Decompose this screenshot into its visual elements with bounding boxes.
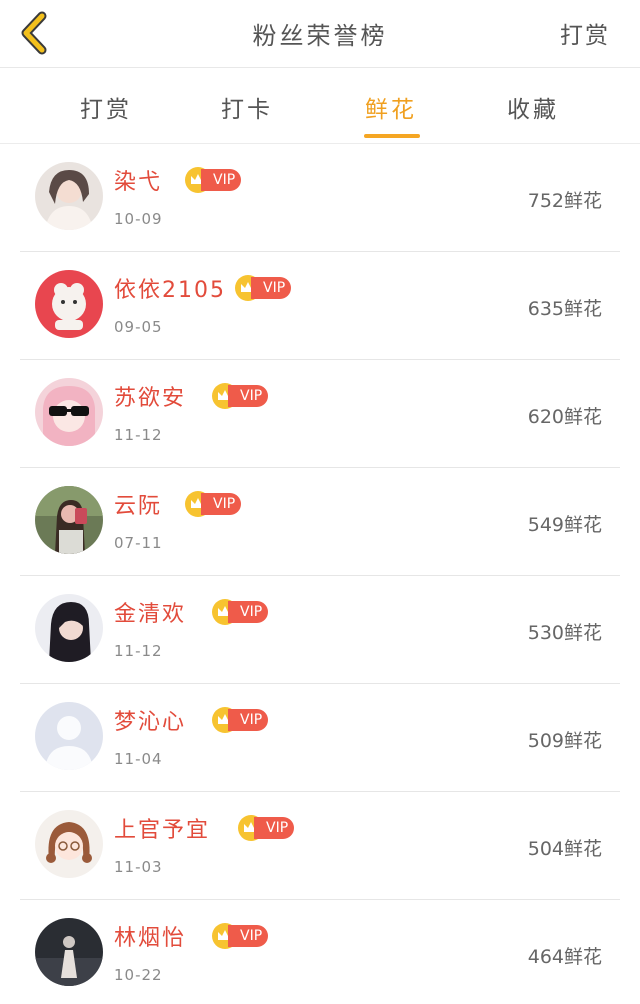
fan-date: 11-12 <box>114 642 163 660</box>
tab-checkin[interactable]: 打卡 <box>197 90 297 124</box>
fan-name[interactable]: 金清欢 <box>114 596 186 628</box>
list-item[interactable]: 染弋 VIP 10-09 752鲜花 <box>20 144 620 252</box>
fan-date: 10-22 <box>114 966 163 984</box>
avatar <box>35 486 103 554</box>
avatar <box>35 162 103 230</box>
fan-date: 10-09 <box>114 210 163 228</box>
fan-date: 11-04 <box>114 750 163 768</box>
list-item[interactable]: 云阮 VIP 07-11 549鲜花 <box>20 468 620 576</box>
fan-name[interactable]: 林烟怡 <box>114 920 186 952</box>
fan-name[interactable]: 染弋 <box>114 164 162 196</box>
avatar <box>35 702 103 770</box>
header-bar: 粉丝荣誉榜 打赏 <box>0 0 640 68</box>
flower-count: 635鲜花 <box>527 298 602 320</box>
flower-count: 620鲜花 <box>527 406 602 428</box>
fan-name[interactable]: 上官予宜 <box>114 812 210 844</box>
tab-favorites[interactable]: 收藏 <box>483 90 583 124</box>
reward-button[interactable]: 打赏 <box>560 16 610 50</box>
fan-name[interactable]: 云阮 <box>114 488 162 520</box>
active-tab-indicator <box>364 134 420 138</box>
avatar <box>35 270 103 338</box>
fan-date: 09-05 <box>114 318 163 336</box>
list-item[interactable]: 梦沁心 VIP 11-04 509鲜花 <box>20 684 620 792</box>
page-title: 粉丝荣誉榜 <box>252 22 388 50</box>
flower-count: 504鲜花 <box>527 838 602 860</box>
flower-count: 509鲜花 <box>527 730 602 752</box>
fan-date: 07-11 <box>114 534 163 552</box>
list-item[interactable]: 上官予宜 VIP 11-03 504鲜花 <box>20 792 620 900</box>
fan-ranking-list: 染弋 VIP 10-09 752鲜花 依依2105 VIP 09-05 635鲜… <box>0 144 640 1004</box>
fan-name[interactable]: 梦沁心 <box>114 704 186 736</box>
fan-date: 11-12 <box>114 426 163 444</box>
tab-bar: 打赏 打卡 鲜花 收藏 <box>0 68 640 144</box>
fan-date: 11-03 <box>114 858 163 876</box>
flower-count: 549鲜花 <box>527 514 602 536</box>
list-item[interactable]: 苏欲安 VIP 11-12 620鲜花 <box>20 360 620 468</box>
avatar <box>35 918 103 986</box>
flower-count: 464鲜花 <box>527 946 602 968</box>
list-item[interactable]: 依依2105 VIP 09-05 635鲜花 <box>20 252 620 360</box>
fan-name[interactable]: 苏欲安 <box>114 380 186 412</box>
list-item[interactable]: 林烟怡 VIP 10-22 464鲜花 <box>20 900 620 1004</box>
tab-flowers[interactable]: 鲜花 <box>341 90 441 124</box>
avatar <box>35 810 103 878</box>
fan-name[interactable]: 依依2105 <box>114 272 226 304</box>
flower-count: 530鲜花 <box>527 622 602 644</box>
list-item[interactable]: 金清欢 VIP 11-12 530鲜花 <box>20 576 620 684</box>
tab-reward[interactable]: 打赏 <box>56 90 156 124</box>
avatar <box>35 594 103 662</box>
avatar <box>35 378 103 446</box>
flower-count: 752鲜花 <box>527 190 602 212</box>
